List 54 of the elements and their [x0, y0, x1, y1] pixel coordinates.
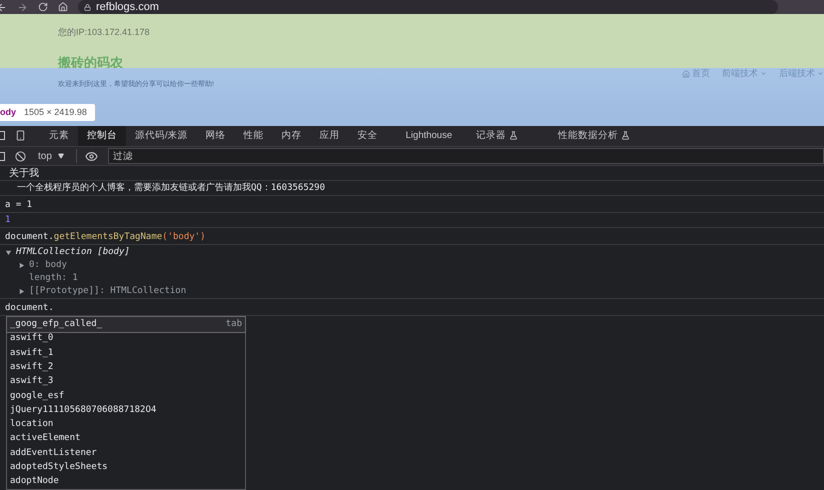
dropdown-icon	[58, 153, 64, 160]
size-text: 1505 × 2419.98	[24, 106, 87, 119]
reload-icon[interactable]	[38, 2, 48, 12]
suggestion-item[interactable]: aswift_3	[7, 374, 245, 389]
tab-hint: tab	[226, 318, 242, 332]
lock-icon	[84, 4, 91, 10]
clear-icon[interactable]	[15, 150, 26, 162]
context-dropdown[interactable]: top	[34, 148, 68, 164]
suggestion-item[interactable]: adoptedStyleSheets	[7, 460, 245, 475]
suggestion-item[interactable]: google_esf	[7, 388, 245, 404]
expand-caret-icon[interactable]	[5, 248, 12, 256]
suggestion-item[interactable]: aswift_1	[7, 346, 245, 360]
property: [[Prototype]]: HTMLCollection	[29, 285, 186, 298]
devtools-tab[interactable]: Lighthouse	[396, 126, 462, 146]
devtools-tab[interactable]: 安全	[348, 126, 387, 146]
devtools-tab[interactable]: 元素	[40, 126, 78, 146]
suggestion-item[interactable]: aswift_2	[7, 360, 245, 375]
devtools-tab[interactable]: 内存	[272, 126, 311, 146]
home-icon	[682, 70, 690, 78]
suggestion-item[interactable]: addEventListener	[7, 446, 245, 460]
filter-field[interactable]: 过滤	[108, 148, 824, 164]
command-text: a = 1	[5, 198, 32, 212]
home-icon[interactable]	[58, 2, 68, 12]
result-value: 1	[5, 214, 10, 227]
expand-caret-icon[interactable]	[18, 288, 25, 296]
group-label: 关于我	[8, 166, 39, 180]
command-text: document.	[5, 302, 54, 315]
devtools-tab[interactable]: 性能数据分析	[549, 126, 640, 146]
devtools-tab[interactable]: 控制台	[78, 126, 126, 146]
device-icon[interactable]	[15, 130, 26, 142]
eye-icon[interactable]	[84, 150, 98, 163]
address-bar[interactable]: refblogs.com	[78, 0, 778, 14]
log-message: 一个全栈程序员的个人博客，需要添加友链或者广告请加我QQ：1603565290	[16, 182, 326, 195]
command-text: document.getElementsByTagName('body')	[5, 230, 206, 244]
suggestion-item[interactable]: adoptNode	[7, 474, 245, 489]
devtools-tab[interactable]: 应用	[310, 126, 349, 146]
suggestion-item[interactable]: activeElement	[7, 432, 245, 446]
ip-text: 您的IP:103.172.41.178	[58, 26, 151, 39]
devtools-tab[interactable]: 性能	[234, 126, 273, 146]
sidebar-icon[interactable]	[0, 152, 5, 161]
expand-caret-icon[interactable]	[18, 262, 25, 270]
object-label[interactable]: HTMLCollection [body]	[16, 246, 130, 259]
property: length: 1	[29, 272, 78, 286]
tag-name: ody	[0, 106, 16, 119]
inspect-icon[interactable]	[0, 131, 5, 140]
forward-icon[interactable]	[17, 2, 28, 12]
suggestion-item[interactable]: aswift_0	[7, 332, 245, 346]
devtools-tab[interactable]: 记录器	[467, 126, 528, 146]
devtools-tab[interactable]: 网络	[196, 126, 235, 146]
suggestion-item[interactable]: _goog_efp_called_ tab	[7, 317, 245, 332]
devtools-tab[interactable]: 源代码/来源	[126, 126, 197, 146]
suggestion-item[interactable]: jQuery1111056807060887182O4	[7, 403, 245, 418]
property: 0: body	[29, 259, 67, 272]
suggestion-item[interactable]: location	[7, 418, 245, 432]
